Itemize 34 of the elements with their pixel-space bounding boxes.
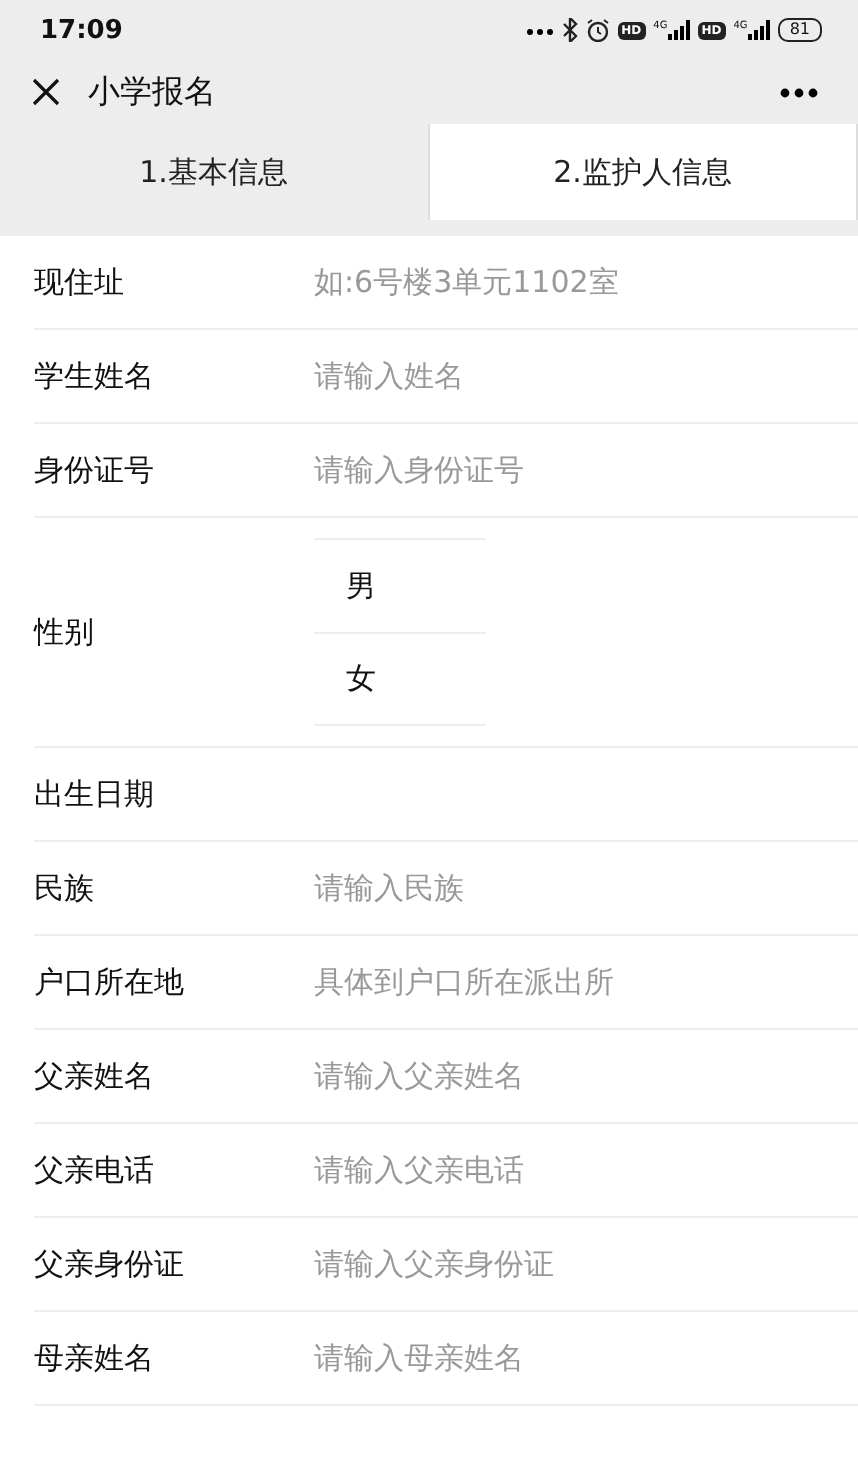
- bluetooth-icon: [561, 18, 578, 42]
- close-icon: [32, 78, 60, 106]
- input-field[interactable]: 请输入父亲姓名: [314, 1058, 794, 1094]
- tab[interactable]: 2.监护人信息: [429, 124, 858, 220]
- more-button[interactable]: [776, 83, 822, 101]
- field-label: 父亲电话: [34, 1151, 156, 1189]
- more-icon: [780, 87, 818, 97]
- clock-time: 17:09: [40, 15, 125, 45]
- input-field[interactable]: 请输入母亲姓名: [314, 1340, 794, 1376]
- input-field[interactable]: 请输入身份证号: [314, 452, 794, 488]
- field-label: 母亲姓名: [34, 1339, 156, 1377]
- battery-level: 81: [777, 18, 822, 42]
- input-field[interactable]: 如:6号楼3单元1102室: [314, 264, 794, 300]
- input-field[interactable]: 请输入父亲电话: [314, 1152, 794, 1188]
- field-label: 身份证号: [34, 451, 156, 489]
- signal-icon: [667, 20, 690, 40]
- field-label: 现住址: [34, 263, 126, 301]
- field-label: 出生日期: [34, 775, 156, 813]
- page-title: 小学报名: [88, 71, 218, 113]
- input-field[interactable]: 请输入姓名: [314, 358, 794, 394]
- input-field[interactable]: 请输入父亲身份证: [314, 1246, 794, 1282]
- field-label: 父亲姓名: [34, 1057, 156, 1095]
- alarm-icon: [585, 18, 610, 42]
- input-field[interactable]: 具体到户口所在派出所: [314, 964, 794, 1000]
- field-label: 民族: [34, 869, 96, 907]
- close-button[interactable]: [28, 74, 64, 110]
- input-field[interactable]: 请输入民族: [314, 870, 794, 906]
- field-label: 学生姓名: [34, 357, 156, 395]
- field-label: 父亲身份证: [34, 1245, 186, 1283]
- field-label: 户口所在地: [34, 963, 186, 1001]
- gender-option[interactable]: 女: [314, 632, 486, 726]
- signal-icon: [747, 20, 770, 40]
- gender-option[interactable]: 男: [314, 538, 486, 632]
- field-label: 性别: [34, 613, 96, 651]
